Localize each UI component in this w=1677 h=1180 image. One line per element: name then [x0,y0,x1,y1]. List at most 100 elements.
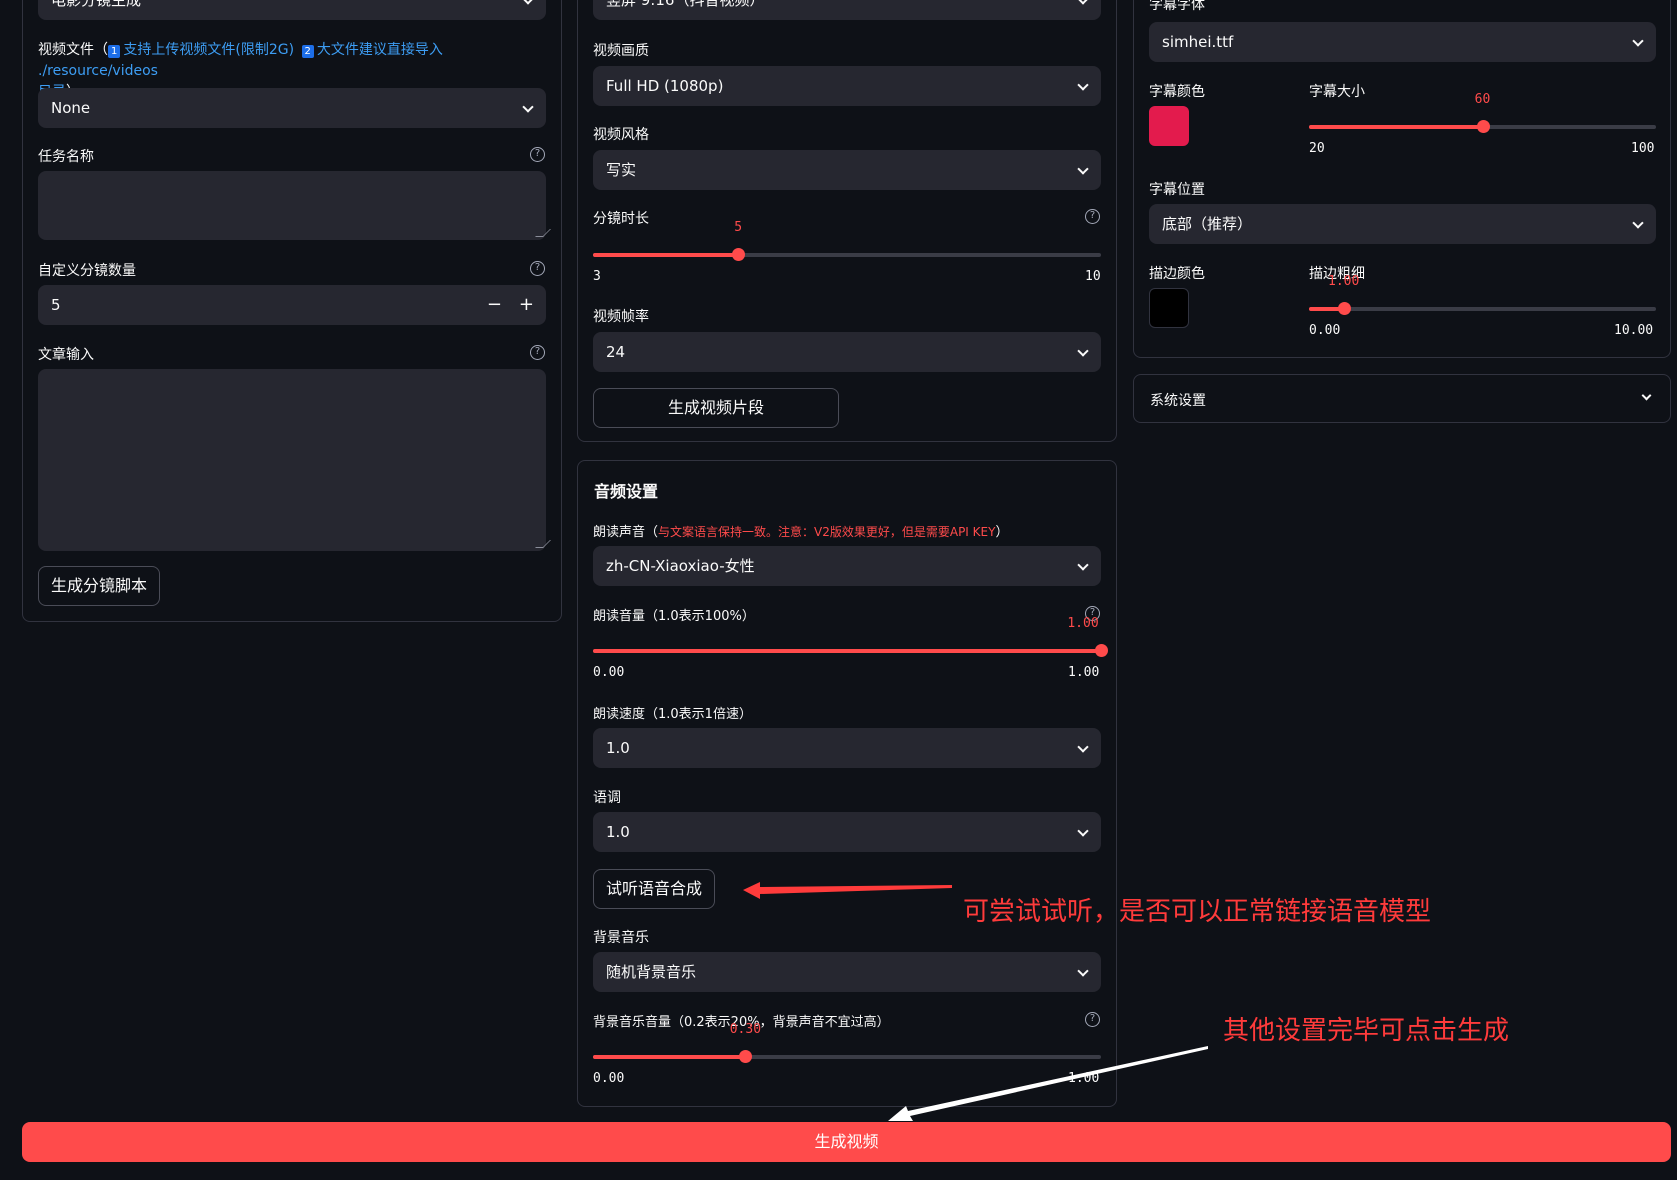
chevron-down-icon [1077,163,1089,175]
voice-label-prefix: 朗读声音（ [593,525,659,540]
slider-value: 0.30 [729,1022,762,1037]
chevron-down-icon [1077,965,1089,977]
font-select[interactable]: simhei.ttf [1149,22,1656,62]
generate-clips-button[interactable]: 生成视频片段 [593,388,839,428]
help-icon[interactable]: ? [530,345,545,360]
volume-slider[interactable]: 1.00 [593,616,1108,657]
slider-min: 20 [1309,141,1325,156]
generate-hint-annotation: 其他设置完毕可点击生成 [1223,1016,1510,1046]
article-label: 文章输入 [38,347,94,363]
font-label: 字幕字体 [1149,0,1205,13]
task-name-label: 任务名称 [38,149,94,165]
voice-label: 朗读声音（与文案语言保持一致。注意：V2版效果更好，但是需要API KEY） [593,521,1008,540]
slider-min: 3 [593,269,601,284]
upload-limit-link[interactable]: 支持上传视频文件(限制2G) [123,42,294,58]
shot-count-label: 自定义分镜数量 [38,263,136,279]
subtitle-size-slider[interactable]: 60 [1309,92,1656,133]
slider-max: 1.00 [1068,1071,1100,1086]
stroke-color-label: 描边颜色 [1149,266,1205,282]
system-settings-expander[interactable]: 系统设置 [1133,374,1671,423]
slider-min: 0.00 [593,665,625,680]
bgm-select[interactable]: 随机背景音乐 [593,952,1101,992]
help-icon[interactable]: ? [530,147,545,162]
slider-max: 1.00 [1068,665,1100,680]
chevron-down-icon [1077,825,1089,837]
slider-fill [593,1055,746,1059]
bgm-value: 随机背景音乐 [606,963,697,981]
slider-fill [1309,125,1483,129]
chevron-down-icon [1077,0,1089,5]
subtitle-size-label: 字幕大小 [1309,84,1365,100]
style-label: 视频风格 [593,127,649,143]
chevron-down-icon [1077,79,1089,91]
generate-script-button[interactable]: 生成分镜脚本 [38,566,160,606]
video-file-select-value: None [51,99,91,117]
chevron-down-icon [1632,217,1644,229]
chevron-down-icon [522,0,534,5]
slider-max: 100 [1631,141,1655,156]
chevron-down-icon [1641,390,1652,401]
article-input[interactable] [38,369,551,551]
slider-thumb[interactable]: 60 [1475,92,1490,133]
quality-label: 视频画质 [593,43,649,59]
shot-count-stepper[interactable]: 5 − + [38,285,546,325]
fps-select[interactable]: 24 [593,332,1101,372]
slider-min: 0.00 [593,1071,625,1086]
stroke-color-picker[interactable] [1149,288,1189,328]
speed-value: 1.0 [606,739,630,757]
slider-fill [593,649,1101,653]
chevron-down-icon [522,101,534,113]
minus-icon[interactable]: − [487,285,502,325]
volume-label: 朗读音量（1.0表示100%） [593,609,755,624]
help-icon[interactable]: ? [530,261,545,276]
style-select[interactable]: 写实 [593,150,1101,190]
voice-select[interactable]: zh-CN-Xiaoxiao-女性 [593,546,1101,586]
voice-label-suffix: ） [995,525,1009,540]
speed-select[interactable]: 1.0 [593,728,1101,768]
help-icon[interactable]: ? [1085,209,1100,224]
slider-min: 0.00 [1309,323,1341,338]
style-value: 写实 [606,161,637,179]
fps-value: 24 [606,343,626,361]
generate-video-button[interactable]: 生成视频 [22,1122,1671,1162]
video-file-select[interactable]: None [38,88,546,128]
stroke-width-slider[interactable]: 1.00 [1309,274,1656,315]
preview-voice-button[interactable]: 试听语音合成 [593,869,715,909]
slider-max: 10.00 [1614,323,1654,338]
task-name-input[interactable] [38,171,551,240]
bgm-volume-slider[interactable]: 0.30 [593,1022,1101,1063]
mode-select[interactable]: 电影分镜生成 [38,0,546,20]
voice-label-note: 与文案语言保持一致。注意：V2版效果更好，但是需要API KEY [658,525,996,539]
preview-hint-annotation: 可尝试试听，是否可以正常链接语音模型 [963,897,1432,927]
badge-2: 2 [301,45,314,58]
subtitle-position-value: 底部（推荐） [1162,215,1253,233]
slider-thumb[interactable]: 1.00 [1067,616,1108,657]
pitch-select[interactable]: 1.0 [593,812,1101,852]
quality-select[interactable]: Full HD (1080p) [593,66,1101,106]
speed-label: 朗读速度（1.0表示1倍速） [593,707,752,722]
subtitle-position-label: 字幕位置 [1149,182,1205,198]
subtitle-color-label: 字幕颜色 [1149,84,1205,100]
mode-select-value: 电影分镜生成 [51,0,142,9]
fps-label: 视频帧率 [593,309,649,325]
subtitle-color-picker[interactable] [1149,106,1189,146]
quality-value: Full HD (1080p) [606,77,724,95]
pitch-value: 1.0 [606,823,630,841]
shot-count-value: 5 [51,296,61,314]
shot-duration-slider[interactable]: 5 [593,220,1101,261]
help-icon[interactable]: ? [1085,1012,1100,1027]
audio-settings-title: 音频设置 [594,482,659,501]
aspect-ratio-select[interactable]: 竖屏 9:16（抖音视频） [593,0,1101,20]
slider-value: 1.00 [1328,274,1360,289]
system-settings-label: 系统设置 [1150,393,1206,409]
slider-max: 10 [1085,269,1101,284]
plus-icon[interactable]: + [519,285,534,325]
shot-duration-label: 分镜时长 [593,211,649,227]
slider-value: 1.00 [1067,616,1099,631]
chevron-down-icon [1632,35,1644,47]
subtitle-position-select[interactable]: 底部（推荐） [1149,204,1656,244]
slider-thumb[interactable]: 1.00 [1328,274,1359,315]
chevron-down-icon [1077,559,1089,571]
slider-fill [593,253,739,257]
badge-1: 1 [108,45,121,58]
